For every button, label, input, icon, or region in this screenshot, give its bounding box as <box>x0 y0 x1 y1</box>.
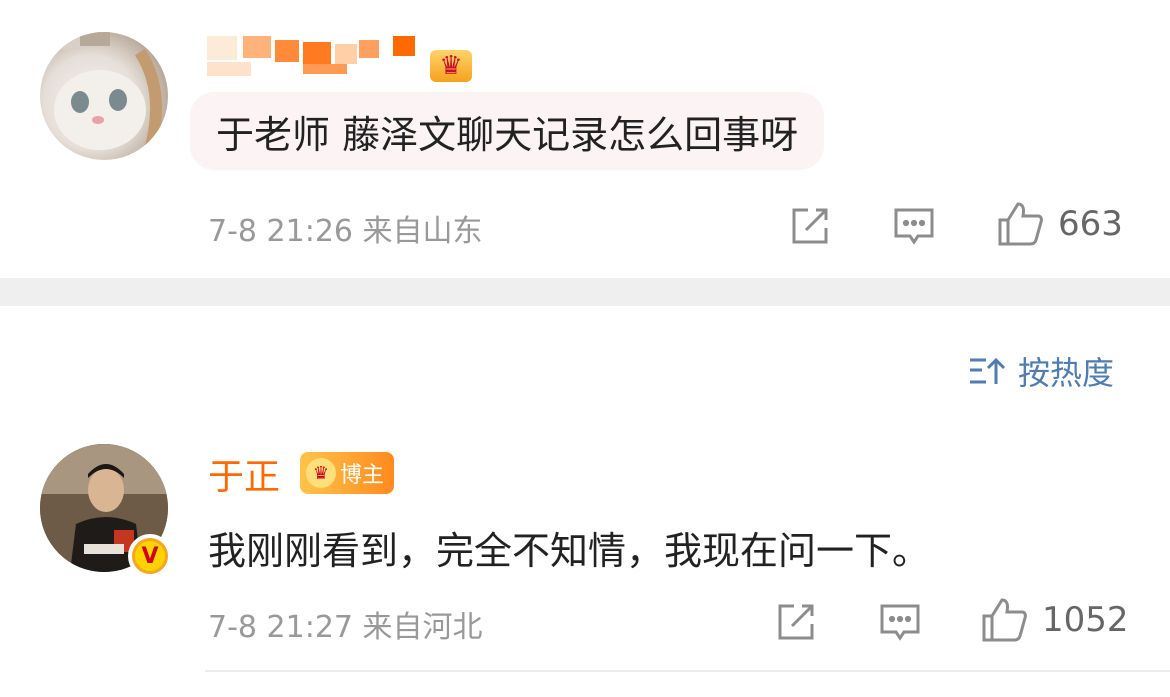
sort-label: 按热度 <box>1018 354 1115 392</box>
verified-badge: V <box>128 534 172 578</box>
comment-meta: 7-8 21:26 来自山东 <box>208 214 483 249</box>
share-icon <box>792 208 828 244</box>
username[interactable]: 于正 <box>208 448 280 500</box>
bottom-divider <box>205 670 1170 672</box>
comment-icon <box>880 604 920 641</box>
comment-item: ♛ 于老师 藤泽文聊天记录怎么回事呀 7-8 21:26 来自山东 663 <box>0 0 1170 278</box>
reply-button[interactable] <box>892 204 936 248</box>
avatar[interactable] <box>40 32 168 160</box>
thumbs-up-icon <box>982 598 1027 642</box>
sort-by-hot-button[interactable]: 按热度 <box>968 348 1114 394</box>
like-count: 1052 <box>1042 600 1129 640</box>
sort-icon <box>970 357 1006 384</box>
comment-item: V 于正 ♛ 博主 我刚刚看到，完全不知情，我现在问一下。 7-8 21:27 … <box>0 430 1170 697</box>
like-button[interactable]: 663 <box>996 200 1123 248</box>
comment-text: 我刚刚看到，完全不知情，我现在问一下。 <box>208 529 931 573</box>
reply-button[interactable] <box>878 600 922 644</box>
blogger-badge: ♛ 博主 <box>300 452 395 494</box>
blogger-label: 博主 <box>340 463 385 488</box>
crown-icon: ♛ <box>430 50 472 82</box>
comment-text: 于老师 藤泽文聊天记录怎么回事呀 <box>190 92 825 170</box>
share-icon <box>778 604 814 640</box>
comment-meta: 7-8 21:27 来自河北 <box>208 610 483 645</box>
share-button[interactable] <box>774 600 818 644</box>
like-count: 663 <box>1058 204 1123 244</box>
share-button[interactable] <box>788 204 832 248</box>
section-divider <box>0 278 1170 306</box>
crown-icon: ♛ <box>306 458 336 488</box>
like-button[interactable]: 1052 <box>980 596 1129 644</box>
comment-icon <box>894 208 934 245</box>
thumbs-up-icon <box>998 202 1043 246</box>
username-redacted[interactable] <box>207 36 417 78</box>
